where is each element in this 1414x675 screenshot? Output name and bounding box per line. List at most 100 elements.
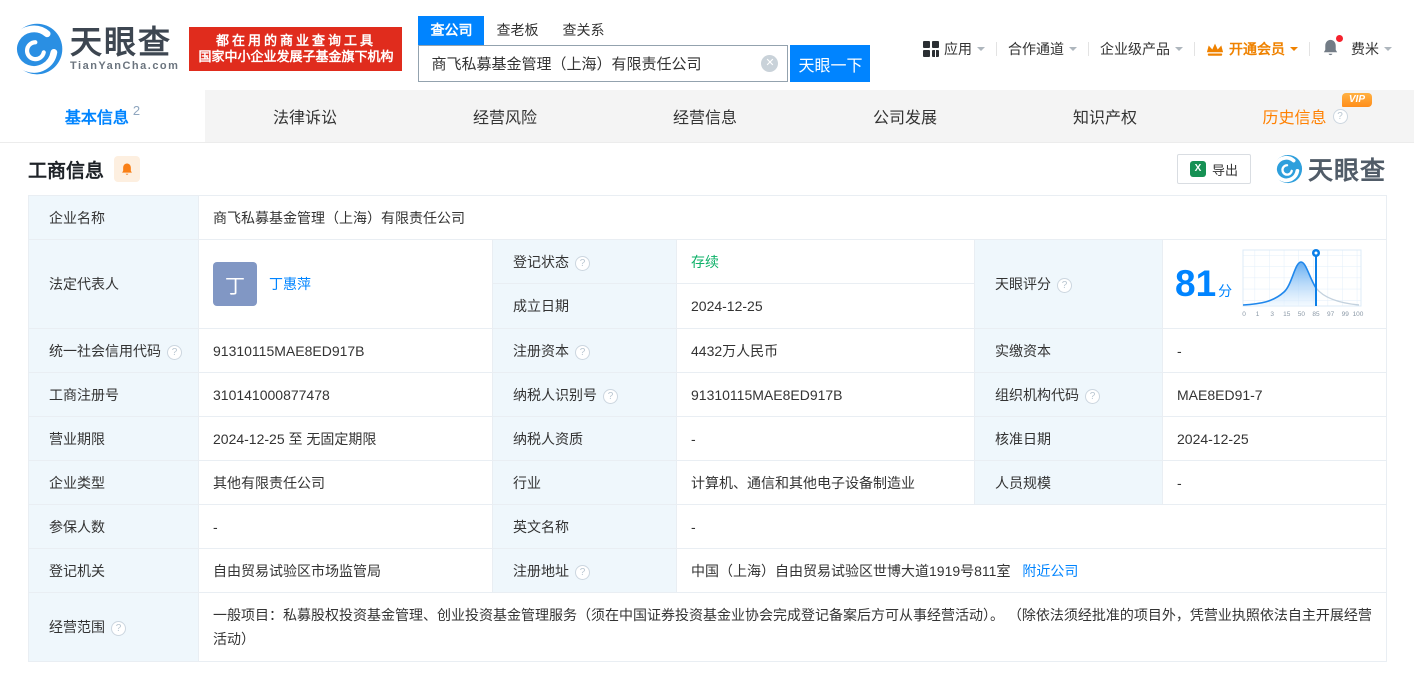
notification-dot <box>1336 35 1343 42</box>
chevron-down-icon <box>1384 47 1392 55</box>
menu-partner-label: 合作通道 <box>1008 39 1064 59</box>
field-label: 登记状态 <box>493 240 677 284</box>
svg-text:85: 85 <box>1313 311 1321 318</box>
search-button[interactable]: 天眼一下 <box>790 45 870 82</box>
vip-badge: VIP <box>1342 93 1372 107</box>
company-name-value: 商飞私募基金管理（上海）有限责任公司 <box>199 196 1387 240</box>
field-label: 英文名称 <box>493 505 677 549</box>
paid-capital-value: - <box>1163 329 1387 373</box>
tab-label: 历史信息 <box>1262 104 1326 128</box>
label-text: 天眼评分 <box>995 276 1051 292</box>
menu-partner-channel[interactable]: 合作通道 <box>1008 39 1077 59</box>
label-text: 统一社会信用代码 <box>49 343 161 359</box>
legal-rep-link[interactable]: 丁惠萍 <box>269 274 311 294</box>
tab-legal-litigation[interactable]: 法律诉讼 <box>205 90 405 142</box>
help-icon[interactable] <box>1333 109 1348 124</box>
taxpayer-id-value: 91310115MAE8ED917B <box>677 373 975 417</box>
tab-company-development[interactable]: 公司发展 <box>805 90 1005 142</box>
watermark-logo: 天眼查 <box>1273 151 1386 187</box>
svg-text:50: 50 <box>1298 311 1306 318</box>
table-row: 企业类型 其他有限责任公司 行业 计算机、通信和其他电子设备制造业 人员规模 - <box>29 461 1387 505</box>
svg-text:1: 1 <box>1256 311 1260 318</box>
tab-label: 公司发展 <box>873 104 937 128</box>
label-text: 企业类型 <box>49 475 105 491</box>
tab-business-info[interactable]: 经营信息 <box>605 90 805 142</box>
business-scope-value: 一般项目：私募股权投资基金管理、创业投资基金管理服务（须在中国证券投资基金业协会… <box>199 593 1387 662</box>
label-text: 纳税人识别号 <box>513 387 597 403</box>
header-menu: 应用 合作通道 企业级产品 开通会员 <box>923 38 1392 61</box>
help-icon[interactable] <box>1057 278 1072 293</box>
monitor-bell-button[interactable] <box>114 156 140 182</box>
section-title: 工商信息 <box>28 156 104 183</box>
menu-open-vip[interactable]: 开通会员 <box>1206 39 1298 59</box>
tab-history-info[interactable]: VIP 历史信息 <box>1205 90 1405 142</box>
tab-basic-info-count: 2 <box>133 103 140 118</box>
field-label: 核准日期 <box>975 417 1163 461</box>
divider <box>1309 42 1310 56</box>
tab-operation-risk[interactable]: 经营风险 <box>405 90 605 142</box>
label-text: 工商注册号 <box>49 387 119 403</box>
table-row: 参保人数 - 英文名称 - <box>29 505 1387 549</box>
label-text: 登记状态 <box>513 254 569 270</box>
help-icon[interactable] <box>603 389 618 404</box>
help-icon[interactable] <box>1085 389 1100 404</box>
help-icon[interactable] <box>575 565 590 580</box>
table-row: 工商注册号 310141000877478 纳税人识别号 91310115MAE… <box>29 373 1387 417</box>
menu-apps[interactable]: 应用 <box>923 39 985 59</box>
field-label: 行业 <box>493 461 677 505</box>
help-icon[interactable] <box>167 345 182 360</box>
field-label: 参保人数 <box>29 505 199 549</box>
tab-basic-info[interactable]: 基本信息 2 <box>0 90 205 142</box>
avatar[interactable]: 丁 <box>213 262 257 306</box>
label-text: 行业 <box>513 475 541 491</box>
table-row: 企业名称 商飞私募基金管理（上海）有限责任公司 <box>29 196 1387 240</box>
score-distribution-chart: 0 1 3 15 50 85 97 99 100 <box>1240 244 1372 324</box>
tab-intellectual-property[interactable]: 知识产权 <box>1005 90 1205 142</box>
field-label: 成立日期 <box>493 284 677 329</box>
svg-text:97: 97 <box>1327 311 1335 318</box>
field-label: 注册资本 <box>493 329 677 373</box>
field-label: 组织机构代码 <box>975 373 1163 417</box>
score-value: 81分 <box>1175 263 1232 305</box>
divider <box>1194 42 1195 56</box>
export-button[interactable]: 导出 <box>1177 154 1251 184</box>
status-badge: 存续 <box>691 254 719 270</box>
apps-grid-icon <box>923 41 939 57</box>
divider <box>1088 42 1089 56</box>
nearby-companies-link[interactable]: 附近公司 <box>1022 563 1078 579</box>
logo-domain: TianYanCha.com <box>70 60 179 72</box>
tianyancha-logo[interactable]: 天眼查 TianYanCha.com <box>10 22 179 76</box>
menu-apps-label: 应用 <box>944 39 972 59</box>
help-icon[interactable] <box>575 345 590 360</box>
label-text: 组织机构代码 <box>995 387 1079 403</box>
field-label: 人员规模 <box>975 461 1163 505</box>
score-cell: 81分 <box>1163 240 1387 329</box>
search-tabs: 查公司 查老板 查关系 <box>418 16 870 45</box>
help-icon[interactable] <box>111 621 126 636</box>
tab-basic-info-label: 基本信息 <box>65 104 129 128</box>
notification-bell[interactable] <box>1321 38 1340 61</box>
table-row: 登记机关 自由贸易试验区市场监管局 注册地址 中国（上海）自由贸易试验区世博大道… <box>29 549 1387 593</box>
label-text: 法定代表人 <box>49 276 119 292</box>
legal-rep-cell: 丁 丁惠萍 <box>199 240 493 329</box>
menu-enterprise-products[interactable]: 企业级产品 <box>1100 39 1183 59</box>
score-unit: 分 <box>1218 283 1232 299</box>
search-tab-company[interactable]: 查公司 <box>418 16 484 45</box>
label-text: 实缴资本 <box>995 343 1051 359</box>
username: 费米 <box>1351 39 1379 59</box>
establish-date-value: 2024-12-25 <box>677 284 975 329</box>
reg-status-value: 存续 <box>677 240 975 284</box>
page-header: 天眼查 TianYanCha.com 都在用的商业查询工具 国家中小企业发展子基… <box>0 0 1414 90</box>
field-label: 实缴资本 <box>975 329 1163 373</box>
search-tab-boss[interactable]: 查老板 <box>484 16 550 45</box>
search-input[interactable] <box>418 45 788 82</box>
help-icon[interactable] <box>575 256 590 271</box>
label-text: 注册资本 <box>513 343 569 359</box>
logo-text: 天眼查 <box>70 26 179 58</box>
excel-icon <box>1190 161 1206 177</box>
menu-user[interactable]: 费米 <box>1351 39 1392 59</box>
search-tab-relation[interactable]: 查关系 <box>550 16 616 45</box>
tab-label: 法律诉讼 <box>273 104 337 128</box>
watermark-text: 天眼查 <box>1308 151 1386 187</box>
table-row: 营业期限 2024-12-25 至 无固定期限 纳税人资质 - 核准日期 202… <box>29 417 1387 461</box>
